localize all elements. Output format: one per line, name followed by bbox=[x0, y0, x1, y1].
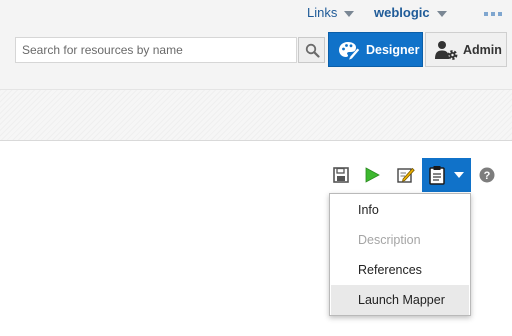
clipboard-icon bbox=[429, 166, 445, 185]
more-actions-menu-button[interactable] bbox=[422, 158, 471, 192]
edit-button[interactable] bbox=[397, 166, 415, 187]
admin-user-gear-icon bbox=[435, 41, 458, 60]
help-icon: ? bbox=[479, 167, 495, 183]
run-icon bbox=[365, 167, 380, 183]
search-input[interactable] bbox=[15, 37, 297, 63]
admin-button[interactable]: Admin bbox=[425, 32, 507, 67]
chevron-down-icon bbox=[344, 10, 355, 17]
menu-item-info[interactable]: Info bbox=[331, 195, 469, 225]
search-icon bbox=[305, 43, 320, 58]
links-menu-label: Links bbox=[307, 5, 338, 20]
designer-button-label: Designer bbox=[366, 43, 420, 57]
save-button[interactable] bbox=[333, 167, 349, 186]
banner-strip bbox=[0, 89, 512, 141]
menu-item-description: Description bbox=[358, 233, 421, 247]
chevron-down-icon bbox=[436, 10, 447, 17]
links-menu[interactable]: Links bbox=[307, 5, 355, 20]
menu-item-references[interactable]: References bbox=[331, 255, 469, 285]
user-menu[interactable]: weblogic bbox=[374, 5, 447, 20]
save-icon bbox=[333, 167, 349, 183]
run-button[interactable] bbox=[364, 167, 380, 186]
search-button[interactable] bbox=[298, 37, 325, 63]
edit-icon bbox=[397, 167, 415, 183]
designer-palette-icon bbox=[339, 42, 360, 60]
chevron-down-icon bbox=[454, 172, 464, 178]
user-menu-label: weblogic bbox=[374, 5, 430, 20]
menu-item-launch-mapper[interactable]: Launch Mapper bbox=[331, 285, 469, 315]
actions-dropdown-menu: Info Description References Launch Mappe… bbox=[329, 193, 471, 316]
svg-text:?: ? bbox=[484, 170, 491, 182]
designer-button[interactable]: Designer bbox=[328, 32, 423, 67]
admin-button-label: Admin bbox=[463, 43, 502, 57]
overflow-menu-icon[interactable] bbox=[484, 12, 502, 16]
help-button[interactable]: ? bbox=[479, 167, 495, 186]
